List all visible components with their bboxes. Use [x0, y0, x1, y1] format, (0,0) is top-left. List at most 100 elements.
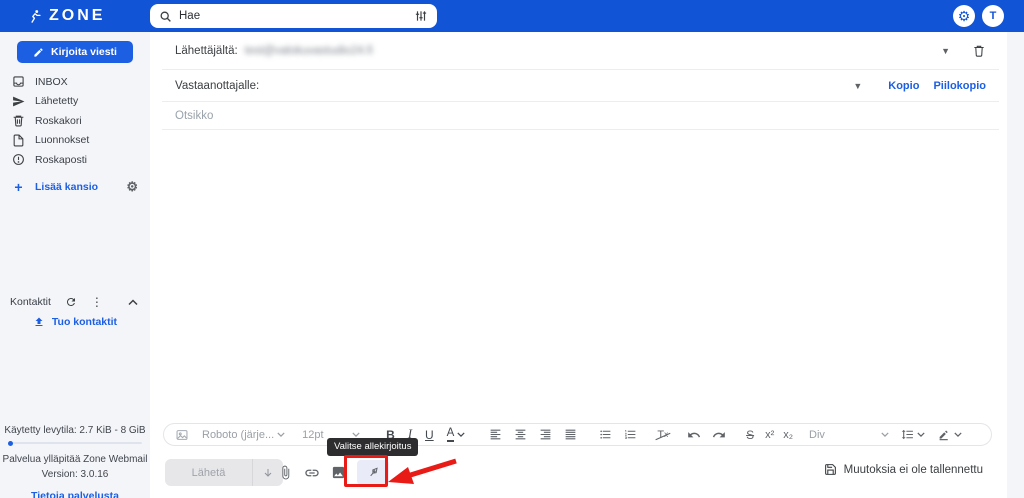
select-signature-button[interactable]	[357, 460, 389, 485]
chevron-down-icon	[881, 432, 889, 437]
insert-link-button[interactable]	[304, 465, 320, 481]
zone-runner-icon	[28, 9, 43, 24]
block-format-dropdown[interactable]: Div	[809, 429, 889, 441]
chevron-down-icon	[917, 432, 925, 437]
discard-draft-icon[interactable]	[972, 44, 986, 58]
to-field-row[interactable]: Vastaanottajalle: ▼ Kopio Piilokopio	[162, 70, 999, 102]
sidebar-item-inbox[interactable]: INBOX	[0, 72, 150, 92]
refresh-contacts-icon[interactable]	[65, 296, 77, 308]
to-dropdown-caret-icon[interactable]: ▼	[853, 81, 862, 91]
search-filter-icon[interactable]	[414, 9, 428, 23]
numbered-list-button[interactable]	[624, 428, 637, 441]
align-center-button[interactable]	[514, 428, 527, 441]
sidebar-item-trash[interactable]: Roskakori	[0, 111, 150, 131]
superscript-button[interactable]: x²	[765, 429, 774, 441]
plus-icon: +	[14, 179, 23, 195]
sidebar-item-spam[interactable]: Roskaposti	[0, 150, 150, 170]
about-service-link[interactable]: Tietoja palvelusta	[0, 490, 150, 498]
font-color-label: A	[446, 427, 455, 442]
spam-icon	[12, 153, 25, 166]
chevron-down-icon	[352, 432, 360, 437]
add-folder-button[interactable]: + Lisää kansio ⚙	[0, 177, 150, 197]
chevron-down-icon	[277, 432, 285, 437]
zone-logo-text: ZONE	[49, 7, 106, 24]
contacts-title: Kontaktit	[10, 296, 51, 308]
search-bar[interactable]	[150, 4, 437, 28]
folder-label: Lähetetty	[35, 95, 79, 108]
signature-pen-icon	[369, 467, 378, 477]
add-folder-label: Lisää kansio	[35, 181, 99, 193]
editor-toolbar: Roboto (järje... 12pt B I U A Tx S x² x₂…	[163, 423, 992, 446]
redo-button[interactable]	[712, 428, 726, 442]
send-button[interactable]: Lähetä	[165, 459, 253, 486]
bcc-link[interactable]: Piilokopio	[933, 80, 986, 92]
folder-label: Luonnokset	[35, 134, 90, 147]
search-icon	[159, 10, 172, 23]
underline-button[interactable]: U	[425, 428, 434, 442]
subject-field-row	[162, 102, 999, 130]
topbar: ZONE ⚙ T	[0, 0, 1024, 32]
message-body-editor[interactable]	[162, 130, 999, 418]
block-format-value: Div	[809, 428, 825, 441]
bullet-list-button[interactable]	[599, 428, 612, 441]
subject-input[interactable]	[175, 109, 986, 122]
search-input[interactable]	[179, 10, 407, 22]
clear-formatting-button[interactable]: Tx	[657, 429, 668, 441]
chevron-up-icon[interactable]	[128, 298, 138, 306]
maintainer-line1: Palvelua ylläpitää Zone Webmail	[2, 454, 148, 465]
compose-button-label: Kirjoita viesti	[51, 46, 117, 58]
version-text: Version: 3.0.16	[41, 469, 109, 480]
image-icon	[332, 466, 345, 479]
highlight-color-dropdown[interactable]	[938, 428, 962, 441]
inbox-icon	[12, 75, 25, 88]
paperclip-icon	[282, 465, 290, 480]
align-left-button[interactable]	[489, 428, 502, 441]
cc-link[interactable]: Kopio	[888, 80, 919, 92]
compose-button[interactable]: Kirjoita viesti	[17, 41, 133, 63]
link-icon	[305, 469, 319, 476]
contacts-header: Kontaktit ⋮	[10, 294, 138, 310]
pencil-icon	[33, 47, 44, 58]
zone-logo[interactable]: ZONE	[28, 0, 105, 32]
sidebar-item-drafts[interactable]: Luonnokset	[0, 131, 150, 151]
line-spacing-dropdown[interactable]	[901, 428, 925, 441]
subscript-button[interactable]: x₂	[783, 429, 793, 441]
folder-settings-icon[interactable]: ⚙	[126, 179, 138, 195]
attachment-toolbar	[278, 459, 389, 486]
attach-file-button[interactable]	[278, 465, 293, 480]
font-size-value: 12pt	[302, 428, 324, 441]
storage-usage-bar	[8, 440, 142, 446]
save-status-text: Muutoksia ei ole tallennettu	[843, 463, 983, 476]
clear-format-x: x	[664, 430, 669, 439]
folder-list: INBOX Lähetetty Roskakori Luonnokset Ros…	[0, 72, 150, 170]
storage-used-indicator	[8, 440, 13, 446]
insert-image-placeholder-icon[interactable]	[175, 428, 189, 442]
annotation-red-arrow	[388, 458, 457, 484]
compose-pane: Lähettäjältä: test@valokuvastudio24.fi ▼…	[150, 32, 1007, 498]
insert-image-button[interactable]	[331, 465, 346, 480]
signature-tooltip: Valitse allekirjoitus	[327, 438, 419, 456]
sidebar: Kirjoita viesti INBOX Lähetetty Roskakor…	[0, 32, 150, 498]
contacts-menu-icon[interactable]: ⋮	[91, 295, 103, 309]
align-justify-button[interactable]	[564, 428, 577, 441]
to-label: Vastaanottajalle:	[175, 79, 260, 92]
avatar-letter: T	[989, 10, 997, 22]
account-avatar[interactable]: T	[982, 5, 1004, 27]
import-contacts-button[interactable]: Tuo kontaktit	[0, 316, 150, 328]
font-family-dropdown[interactable]: Roboto (järje...	[202, 429, 285, 441]
strikethrough-button[interactable]: S	[746, 428, 754, 442]
from-dropdown-caret-icon[interactable]: ▼	[941, 46, 950, 56]
font-color-dropdown[interactable]: A	[446, 427, 466, 442]
folder-label: INBOX	[35, 75, 68, 88]
font-family-value: Roboto (järje...	[202, 428, 275, 441]
right-gutter	[1007, 32, 1024, 498]
align-right-button[interactable]	[539, 428, 552, 441]
send-split-button: Lähetä	[165, 459, 283, 486]
sidebar-item-sent[interactable]: Lähetetty	[0, 92, 150, 112]
from-label: Lähettäjältä:	[175, 44, 238, 57]
highlight-pen-icon	[939, 430, 948, 441]
undo-button[interactable]	[687, 428, 701, 442]
save-icon	[824, 464, 836, 475]
gear-icon: ⚙	[957, 8, 971, 24]
settings-button[interactable]: ⚙	[953, 5, 975, 27]
